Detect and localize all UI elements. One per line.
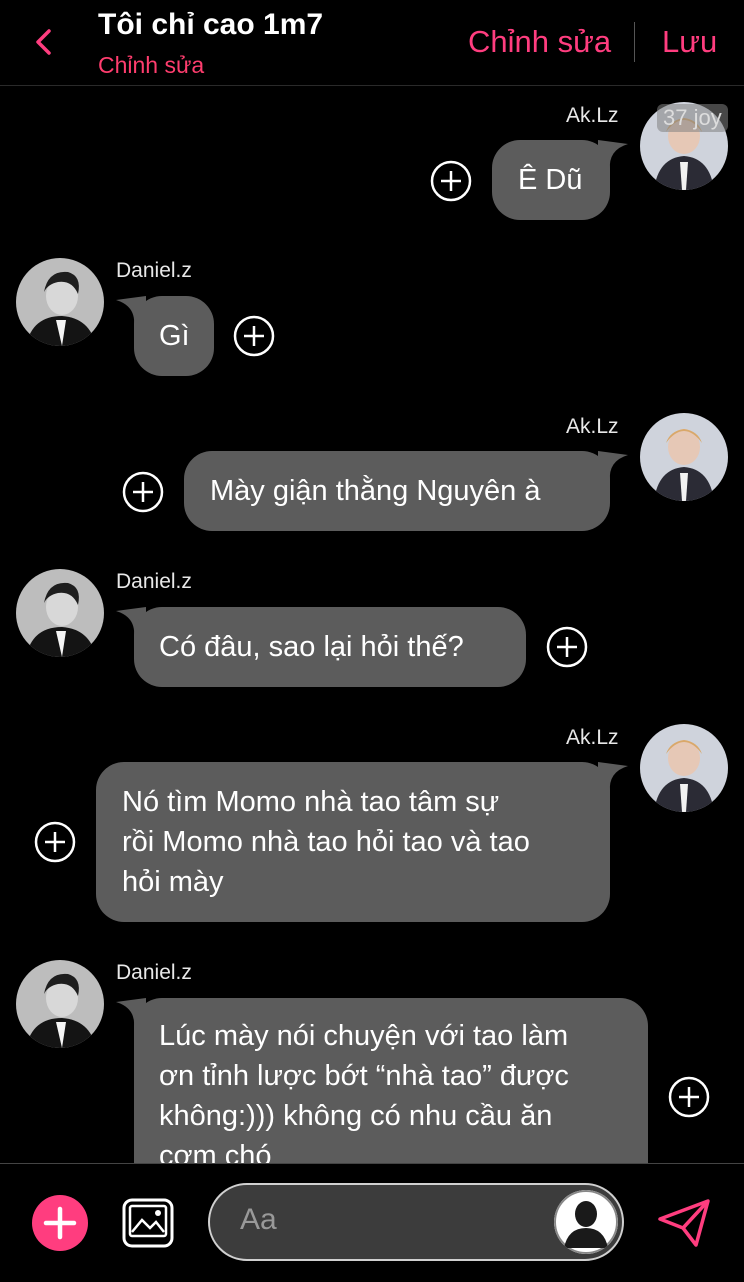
message-line: không:))) không có nhu cầu ăn <box>159 1100 553 1132</box>
avatar-danielz[interactable] <box>16 258 104 346</box>
add-reaction-icon[interactable] <box>34 821 76 863</box>
avatar-aklz[interactable] <box>640 724 728 812</box>
sender-name: Ak.Lz <box>566 415 619 438</box>
image-icon[interactable] <box>122 1198 174 1248</box>
edit-button[interactable]: Chỉnh sửa <box>468 24 611 60</box>
message-bubble[interactable]: Có đâu, sao lại hỏi thế? <box>134 607 526 687</box>
add-reaction-icon[interactable] <box>233 315 275 357</box>
message-line: hỏi mày <box>122 866 224 898</box>
add-reaction-icon[interactable] <box>546 626 588 668</box>
message-bubble[interactable]: Mày giận thằng Nguyên à <box>184 451 610 531</box>
message-bubble[interactable]: Nó tìm Momo nhà tao tâm sự rồi Momo nhà … <box>96 762 610 922</box>
message-bubble[interactable]: Ê Dũ <box>492 140 610 220</box>
send-icon[interactable] <box>656 1197 712 1249</box>
avatar-aklz[interactable] <box>640 413 728 501</box>
message-line: ơn tỉnh lược bớt “nhà tao” được <box>159 1060 569 1092</box>
message-line: Lúc mày nói chuyện với tao làm <box>159 1020 569 1052</box>
message-input-placeholder: Aa <box>240 1203 277 1236</box>
header-divider <box>634 22 635 62</box>
watermark: 37 joy <box>657 104 728 132</box>
message-line: Nó tìm Momo nhà tao tâm sự <box>122 786 500 818</box>
page-subtitle: Chỉnh sửa <box>98 52 205 78</box>
save-button[interactable]: Lưu <box>662 24 717 60</box>
plus-icon <box>43 1206 77 1240</box>
user-silhouette-icon[interactable] <box>554 1190 618 1254</box>
add-reaction-icon[interactable] <box>122 471 164 513</box>
sender-name: Daniel.z <box>116 961 192 984</box>
back-chevron-icon[interactable] <box>28 26 60 58</box>
message-bubble[interactable]: Gì <box>134 296 214 376</box>
chat-header: Tôi chỉ cao 1m7 Chỉnh sửa Chỉnh sửa Lưu <box>0 0 744 86</box>
add-reaction-icon[interactable] <box>430 160 472 202</box>
page-title: Tôi chỉ cao 1m7 <box>98 8 324 41</box>
add-reaction-icon[interactable] <box>668 1076 710 1118</box>
message-line: rồi Momo nhà tao hỏi tao và tao <box>122 826 530 858</box>
sender-name: Daniel.z <box>116 259 192 282</box>
sender-name: Daniel.z <box>116 570 192 593</box>
avatar-danielz[interactable] <box>16 569 104 657</box>
add-button[interactable] <box>32 1195 88 1251</box>
avatar-danielz[interactable] <box>16 960 104 1048</box>
sender-name: Ak.Lz <box>566 104 619 127</box>
sender-name: Ak.Lz <box>566 726 619 749</box>
